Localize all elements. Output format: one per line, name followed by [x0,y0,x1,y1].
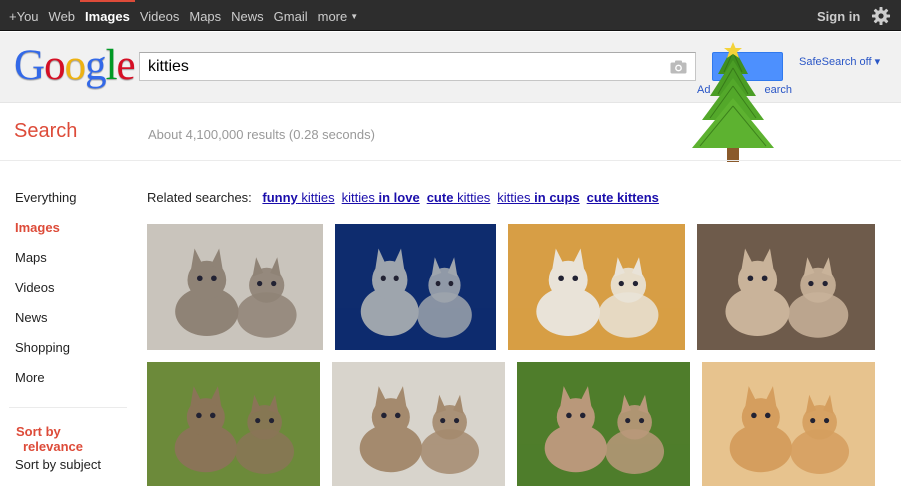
gear-icon[interactable] [871,6,891,26]
sort-by-relevance: Sort by relevance [16,424,83,454]
sign-in-link[interactable]: Sign in [817,0,860,31]
kitten-photo-icon [508,224,685,350]
section-label: Search [14,120,78,142]
related-search-link[interactable]: cute kitties [427,190,491,205]
sort-by-relevance-line1: Sort by [16,424,61,439]
sidebar-item-maps[interactable]: Maps [15,249,130,279]
logo-letter: g [85,42,106,89]
safesearch-toggle[interactable]: SafeSearch off ▾ [799,55,880,68]
nav-web[interactable]: Web [44,0,81,31]
image-result-kitten-collage[interactable] [697,224,875,350]
sidebar-item-news[interactable]: News [15,309,130,339]
sort-by-subject[interactable]: Sort by subject [15,457,101,472]
nav-maps[interactable]: Maps [184,0,226,31]
sidebar-item-more[interactable]: More [15,369,130,399]
sidebar-item-shopping[interactable]: Shopping [15,339,130,369]
search-query: kitties [148,58,189,75]
logo-letter: o [64,42,86,89]
nav-news[interactable]: News [226,0,269,31]
christmas-tree-icon[interactable] [686,42,780,172]
kitten-photo-icon [332,362,505,486]
nav-more-label: more [317,9,348,24]
divider [0,160,901,161]
image-result-tabby-kittens[interactable] [147,362,320,486]
sort-by-relevance-line2: relevance [23,439,83,454]
image-result-kittens-row[interactable] [332,362,505,486]
related-search-link[interactable]: funny kitties [262,190,334,205]
image-result-kittens-in-sink[interactable] [147,224,323,350]
image-result-kittens-on-red[interactable] [335,224,496,350]
image-result-kittens-leaping[interactable] [517,362,690,486]
related-search-link[interactable]: kitties in love [342,190,420,205]
nav-gmail[interactable]: Gmail [269,0,313,31]
nav-more[interactable]: more ▼ [313,0,364,31]
nav-plus-you[interactable]: +You [0,0,44,31]
nav-videos[interactable]: Videos [135,0,185,31]
left-sidebar: Everything Images Maps Videos News Shopp… [15,189,130,399]
kitten-photo-icon [147,362,320,486]
kitten-photo-icon [147,224,323,350]
camera-icon[interactable] [670,60,687,74]
kitten-photo-icon [702,362,875,486]
sidebar-item-videos[interactable]: Videos [15,279,130,309]
related-search-link[interactable]: cute kittens [587,190,659,205]
logo-letter: G [14,42,45,89]
search-input[interactable]: kitties [139,52,696,81]
related-prefix: Related searches: [147,190,252,205]
logo-letter: o [44,42,65,89]
kitten-photo-icon [517,362,690,486]
image-result-ginger-kittens-hug[interactable] [702,362,875,486]
related-searches: Related searches: funny kitties kitties i… [147,190,659,205]
kitten-photo-icon [335,224,496,350]
sidebar-item-everything[interactable]: Everything [15,189,130,219]
image-result-kittens-in-cups[interactable] [508,224,685,350]
nav-images[interactable]: Images [80,0,135,31]
logo-letter: l [105,42,118,89]
sidebar-item-images[interactable]: Images [15,219,130,249]
related-search-link[interactable]: kitties in cups [497,190,579,205]
top-bar: +You Web Images Videos Maps News Gmail m… [0,0,901,31]
kitten-photo-icon [697,224,875,350]
top-nav: +You Web Images Videos Maps News Gmail m… [0,0,363,31]
sidebar-divider [9,407,127,408]
result-stats: About 4,100,000 results (0.28 seconds) [148,127,375,142]
search-header: Google kitties Ad earch SafeSearch off ▾ [0,32,901,162]
google-logo[interactable]: Google [14,40,136,92]
logo-letter: e [116,42,136,89]
caret-down-icon: ▼ [350,12,359,21]
